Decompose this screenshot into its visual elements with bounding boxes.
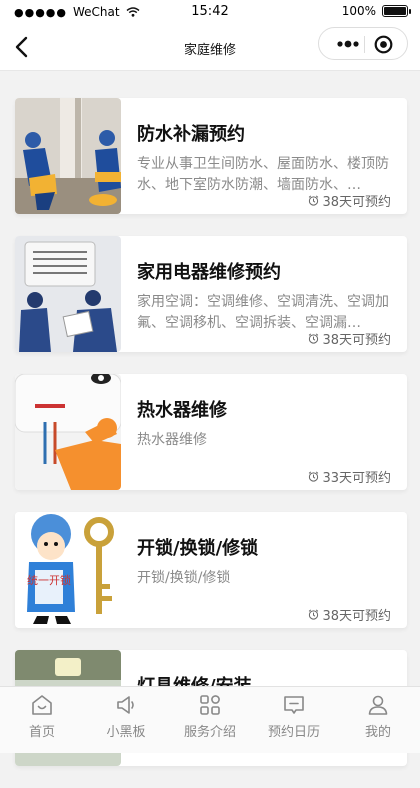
service-description: 家用空调：空调维修、空调清洗、空调加氟、空调移机、空调拆装、空调漏… (137, 294, 389, 331)
service-card[interactable]: 热水器维修 热水器维修 33天可预约 (15, 374, 407, 490)
alarm-clock-icon (309, 333, 319, 344)
grid-icon (200, 695, 220, 715)
tab-label: 小黑板 (106, 725, 146, 740)
service-description: 开锁/换锁/修锁 (137, 570, 231, 586)
service-image (15, 374, 121, 490)
more-icon[interactable] (337, 37, 359, 51)
service-image (15, 98, 121, 214)
availability: 33天可预约 (308, 467, 391, 486)
tab-label: 服务介绍 (183, 725, 236, 740)
tab-blackboard[interactable]: 小黑板 (84, 687, 168, 753)
service-image (15, 236, 121, 352)
availability-label: 38天可预约 (322, 195, 391, 210)
alarm-clock-icon (309, 195, 319, 206)
availability-label: 33天可预约 (322, 471, 391, 486)
tab-label: 预约日历 (267, 725, 320, 740)
tab-mine[interactable]: 我的 (336, 687, 420, 753)
service-description: 专业从事卫生间防水、屋面防水、楼顶防水、地下室防水防潮、墙面防水、… (137, 156, 389, 193)
tab-calendar[interactable]: 预约日历 (252, 687, 336, 753)
service-title: 开锁/换锁/修锁 (137, 538, 259, 559)
logo-lettering: 统一开锁 (27, 573, 71, 587)
service-title: 防水补漏预约 (137, 124, 245, 145)
service-image: 统一开锁 (15, 512, 121, 628)
battery-percent: 100% (341, 4, 376, 18)
service-card[interactable]: 家用电器维修预约 家用空调：空调维修、空调清洗、空调加氟、空调移机、空调拆装、空… (15, 236, 407, 352)
target-icon[interactable] (374, 35, 393, 54)
availability: 38天可预约 (308, 191, 391, 210)
battery-icon (382, 5, 411, 17)
service-title: 热水器维修 (137, 400, 227, 421)
tab-services[interactable]: 服务介绍 (168, 687, 252, 753)
nav-bar: 家庭维修 (0, 24, 420, 71)
tab-label: 首页 (28, 725, 55, 740)
service-card[interactable]: 防水补漏预约 专业从事卫生间防水、屋面防水、楼顶防水、地下室防水防潮、墙面防水、… (15, 98, 407, 214)
availability-label: 38天可预约 (322, 609, 391, 624)
home-icon (32, 695, 52, 715)
availability: 38天可预约 (308, 605, 391, 624)
message-icon (284, 696, 304, 714)
tab-label: 我的 (364, 725, 391, 740)
service-list: 防水补漏预约 专业从事卫生间防水、屋面防水、楼顶防水、地下室防水防潮、墙面防水、… (15, 98, 407, 788)
tab-bar: 首页 小黑板 服务介绍 预约日历 我的 (0, 686, 420, 753)
tab-home[interactable]: 首页 (0, 687, 84, 753)
megaphone-icon (117, 696, 134, 714)
user-icon (368, 695, 388, 715)
alarm-clock-icon (309, 609, 319, 620)
availability: 38天可预约 (308, 329, 391, 348)
status-bar: ●●●●● WeChat 15:42 100% (0, 0, 420, 24)
service-card[interactable]: 统一开锁 开锁/换锁/修锁 开锁/换锁/修锁 38天可预约 (15, 512, 407, 628)
availability-label: 38天可预约 (322, 333, 391, 348)
alarm-clock-icon (309, 471, 319, 482)
mini-program-capsule (318, 27, 408, 60)
service-description: 热水器维修 (137, 432, 207, 448)
service-title: 家用电器维修预约 (137, 262, 281, 283)
capsule-divider (364, 36, 365, 53)
